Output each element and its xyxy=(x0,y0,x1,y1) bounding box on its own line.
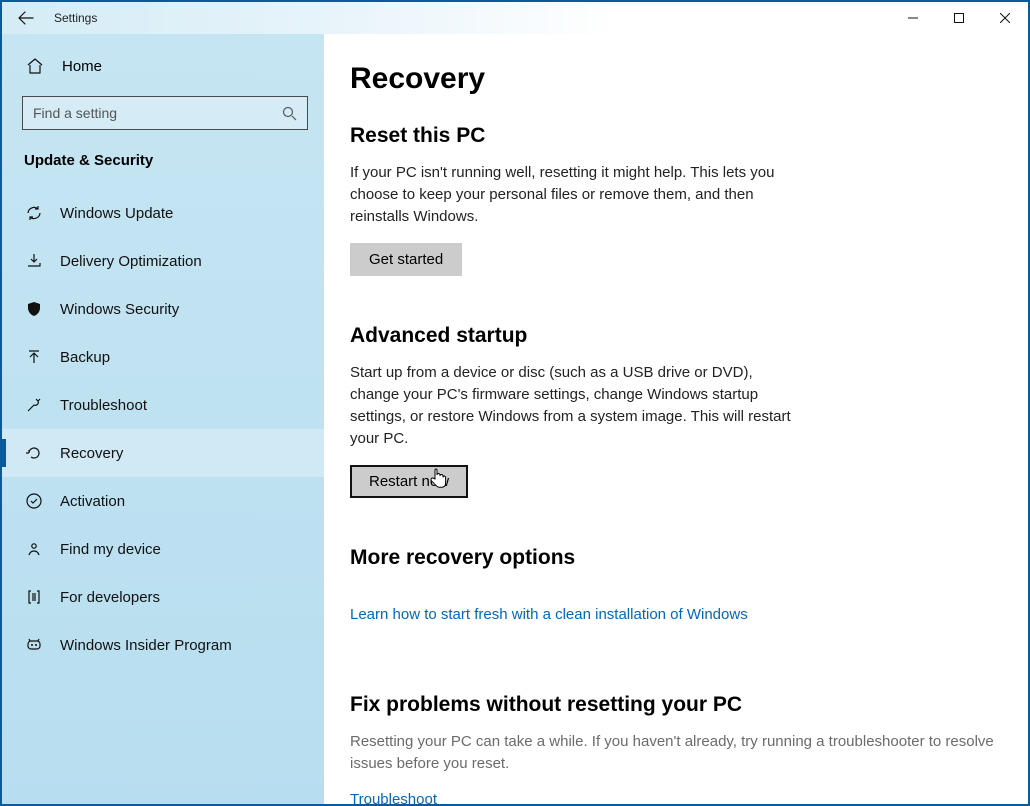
code-brackets-icon xyxy=(24,588,44,606)
upload-arrow-icon xyxy=(24,348,44,366)
fix-body: Resetting your PC can take a while. If y… xyxy=(350,731,998,775)
sidebar-nav: Windows Update Delivery Optimization Win… xyxy=(2,189,324,669)
search-box[interactable] xyxy=(22,96,308,130)
sidebar-item-label: Windows Update xyxy=(60,205,173,222)
minimize-button[interactable] xyxy=(890,2,936,34)
sidebar-item-label: Activation xyxy=(60,493,125,510)
ninja-cat-icon xyxy=(24,636,44,654)
close-button[interactable] xyxy=(982,2,1028,34)
sidebar-item-windows-security[interactable]: Windows Security xyxy=(2,285,324,333)
sidebar-item-label: For developers xyxy=(60,589,160,606)
sidebar-item-label: Recovery xyxy=(60,445,123,462)
sidebar-item-label: Windows Insider Program xyxy=(60,637,232,654)
sidebar-item-recovery[interactable]: Recovery xyxy=(2,429,324,477)
sidebar-item-label: Find my device xyxy=(60,541,161,558)
advanced-body: Start up from a device or disc (such as … xyxy=(350,362,800,449)
check-circle-icon xyxy=(24,492,44,510)
sidebar-item-windows-update[interactable]: Windows Update xyxy=(2,189,324,237)
sidebar-item-label: Troubleshoot xyxy=(60,397,147,414)
close-icon xyxy=(1000,13,1010,23)
back-button[interactable] xyxy=(2,2,50,34)
sidebar-item-for-developers[interactable]: For developers xyxy=(2,573,324,621)
home-label: Home xyxy=(62,58,102,75)
shield-icon xyxy=(24,300,44,318)
sidebar-item-find-my-device[interactable]: Find my device xyxy=(2,525,324,573)
search-icon xyxy=(282,106,297,121)
sidebar-item-activation[interactable]: Activation xyxy=(2,477,324,525)
page-title: Recovery xyxy=(350,62,998,96)
troubleshoot-link[interactable]: Troubleshoot xyxy=(350,791,437,804)
more-recovery-heading: More recovery options xyxy=(350,546,998,570)
maximize-icon xyxy=(954,13,964,23)
advanced-heading: Advanced startup xyxy=(350,324,998,348)
sidebar: Home Update & Security Windows Update xyxy=(2,34,324,804)
window-controls xyxy=(890,2,1028,34)
restart-now-button[interactable]: Restart now xyxy=(350,465,468,498)
reset-body: If your PC isn't running well, resetting… xyxy=(350,162,800,227)
sidebar-section-title: Update & Security xyxy=(2,142,324,183)
fix-heading: Fix problems without resetting your PC xyxy=(350,693,998,717)
get-started-button[interactable]: Get started xyxy=(350,243,462,276)
minimize-icon xyxy=(908,13,918,23)
wrench-icon xyxy=(24,396,44,414)
sidebar-item-troubleshoot[interactable]: Troubleshoot xyxy=(2,381,324,429)
location-person-icon xyxy=(24,540,44,558)
search-input[interactable] xyxy=(33,105,282,121)
sidebar-item-label: Backup xyxy=(60,349,110,366)
maximize-button[interactable] xyxy=(936,2,982,34)
sidebar-item-backup[interactable]: Backup xyxy=(2,333,324,381)
sidebar-item-label: Delivery Optimization xyxy=(60,253,202,270)
sidebar-item-insider[interactable]: Windows Insider Program xyxy=(2,621,324,669)
arrow-left-icon xyxy=(18,10,34,26)
start-fresh-link[interactable]: Learn how to start fresh with a clean in… xyxy=(350,606,748,623)
titlebar: Settings xyxy=(2,2,1028,34)
recovery-icon xyxy=(24,444,44,462)
sidebar-item-delivery-optimization[interactable]: Delivery Optimization xyxy=(2,237,324,285)
sidebar-item-label: Windows Security xyxy=(60,301,179,318)
main-content: Recovery Reset this PC If your PC isn't … xyxy=(324,34,1028,804)
window-title: Settings xyxy=(54,11,97,25)
home-nav[interactable]: Home xyxy=(2,44,324,88)
sync-icon xyxy=(24,204,44,222)
home-icon xyxy=(26,57,44,75)
download-icon xyxy=(24,252,44,270)
reset-heading: Reset this PC xyxy=(350,124,998,148)
